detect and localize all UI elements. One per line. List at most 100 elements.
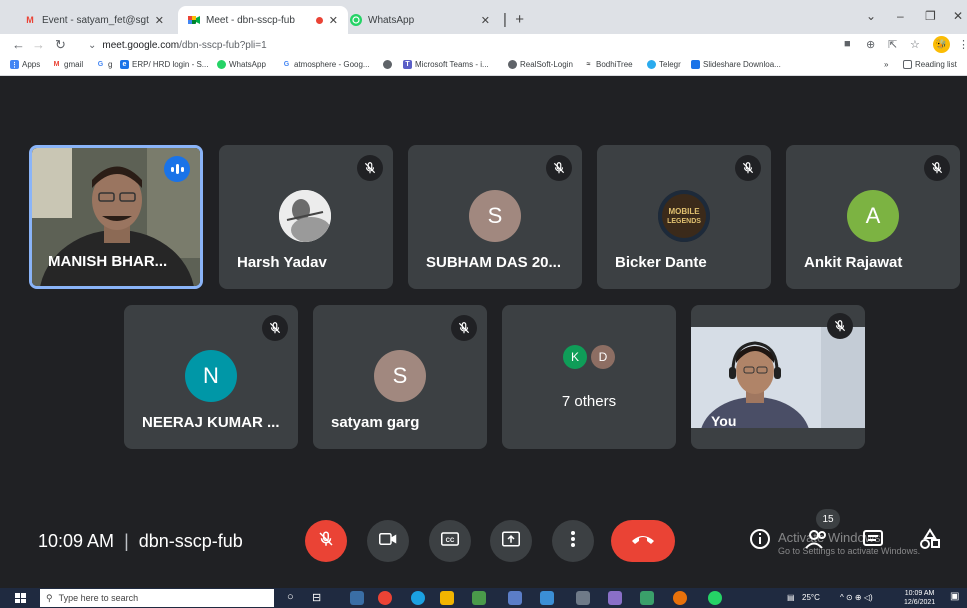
chrome-icon[interactable]	[378, 591, 392, 605]
bookmark-whatsapp[interactable]: WhatsApp	[217, 60, 266, 69]
captions-button[interactable]: CC	[429, 520, 471, 562]
task-view-icon[interactable]: ⊟	[312, 591, 321, 604]
participant-tile[interactable]: MANISH BHAR...	[29, 145, 203, 289]
whatsapp-icon	[350, 14, 362, 26]
camera-toggle-button[interactable]	[367, 520, 409, 562]
participant-tile[interactable]: N NEERAJ KUMAR ...	[124, 305, 298, 449]
activities-button[interactable]	[916, 527, 944, 555]
chat-button[interactable]	[859, 527, 887, 555]
mic-toggle-button[interactable]	[305, 520, 347, 562]
firefox-icon[interactable]	[673, 591, 687, 605]
bookmark-globe[interactable]	[383, 60, 395, 69]
gmail-icon: M	[26, 15, 34, 25]
activate-windows-watermark: Activate Windows Go to Settings to activ…	[778, 530, 920, 556]
end-call-button[interactable]	[611, 520, 675, 562]
participant-avatar: A	[847, 190, 899, 242]
close-icon[interactable]: ✕	[481, 14, 490, 27]
cortana-icon[interactable]: ○	[287, 591, 294, 603]
browser-tab-bar: M Event - satyam_fet@sgtuniversity ✕ Mee…	[0, 0, 967, 34]
clock-date: 12/6/2021	[904, 599, 936, 606]
globe-icon	[508, 60, 517, 69]
notifications-icon[interactable]: ▣	[950, 591, 959, 602]
taskbar-search-input[interactable]: ⚲ Type here to search	[40, 589, 274, 607]
pinned-app-icon[interactable]	[508, 591, 522, 605]
participant-avatar: S	[469, 190, 521, 242]
others-avatars: K D	[563, 345, 615, 369]
taskbar-clock[interactable]: 10:09 AM 12/6/2021	[904, 589, 935, 607]
pinned-app-icon[interactable]	[608, 591, 622, 605]
pinned-app-icon[interactable]	[472, 591, 486, 605]
participant-avatar: S	[374, 350, 426, 402]
participant-tile[interactable]: S satyam garg	[313, 305, 487, 449]
close-icon[interactable]: ✕	[329, 14, 338, 27]
site-info-icon[interactable]: ⌄	[88, 40, 96, 51]
more-options-button[interactable]	[552, 520, 594, 562]
whatsapp-icon[interactable]	[708, 591, 722, 605]
meeting-info-button[interactable]	[746, 527, 774, 555]
bookmarks-overflow[interactable]: »	[884, 60, 888, 69]
reading-list-icon	[903, 60, 912, 69]
others-tile[interactable]: K D 7 others	[502, 305, 676, 449]
clock-time: 10:09 AM	[904, 590, 935, 597]
svg-text:LEGENDS: LEGENDS	[667, 218, 701, 225]
people-button[interactable]	[803, 527, 831, 555]
bookmark-realsoft[interactable]: RealSoft-Login	[508, 60, 573, 69]
camera-in-use-icon[interactable]: ■	[844, 38, 851, 50]
reload-icon[interactable]: ↻	[55, 37, 66, 53]
present-button[interactable]	[490, 520, 532, 562]
share-icon[interactable]: ⇱	[888, 38, 897, 51]
menu-icon[interactable]: ⋮	[958, 38, 967, 51]
tab-whatsapp[interactable]: WhatsApp ✕	[340, 6, 500, 34]
mic-off-icon	[827, 313, 853, 339]
pinned-app-icon[interactable]	[576, 591, 590, 605]
windows-start-icon[interactable]	[15, 593, 26, 603]
pinned-app-icon[interactable]	[540, 591, 554, 605]
bookmark-slideshare[interactable]: Slideshare Downloa...	[691, 60, 781, 69]
back-icon[interactable]: ←	[12, 37, 25, 52]
zoom-icon[interactable]: ⊕	[866, 38, 875, 51]
tab-gmail-event[interactable]: M Event - satyam_fet@sgtuniversity ✕	[14, 6, 174, 34]
reading-list-button[interactable]: Reading list	[903, 60, 957, 69]
url-input[interactable]: ⌄ meet.google.com/dbn-sscp-fub?pli=1	[82, 36, 832, 54]
participant-tile[interactable]: A Ankit Rajawat	[786, 145, 960, 289]
bookmark-telegram[interactable]: Telegr	[647, 60, 681, 69]
bookmark-bodhitree[interactable]: ≈ BodhiTree	[584, 60, 633, 69]
forward-icon[interactable]: →	[32, 37, 45, 52]
bookmark-gmail[interactable]: Mgmail	[52, 60, 83, 69]
window-close-icon[interactable]: ✕	[953, 9, 963, 23]
tab-search-icon[interactable]: ⌄	[866, 9, 876, 23]
search-icon: ⚲	[46, 592, 53, 603]
participant-tile[interactable]: S SUBHAM DAS 20...	[408, 145, 582, 289]
svg-text:CC: CC	[446, 538, 455, 544]
search-placeholder: Type here to search	[58, 593, 139, 603]
bookmark-teams[interactable]: T Microsoft Teams - i...	[403, 60, 489, 69]
file-explorer-icon[interactable]	[440, 591, 454, 605]
participant-tile[interactable]: MOBILE LEGENDS Bicker Dante	[597, 145, 771, 289]
participant-avatar: K	[563, 345, 587, 369]
self-tile[interactable]: You	[691, 305, 865, 449]
maximize-icon[interactable]: ❐	[925, 9, 936, 23]
bookmark-erp[interactable]: e ERP/ HRD login - S...	[120, 60, 208, 69]
whatsapp-icon	[217, 60, 226, 69]
mic-off-icon	[451, 315, 477, 341]
system-tray-icons[interactable]: ^ ⊙ ⊕ ◁)	[840, 593, 873, 602]
participant-name: Harsh Yadav	[237, 254, 327, 271]
edge-icon[interactable]	[411, 591, 425, 605]
speaking-indicator-icon	[164, 156, 190, 182]
close-icon[interactable]: ✕	[155, 14, 164, 27]
star-icon[interactable]: ☆	[910, 38, 920, 51]
pinned-app-icon[interactable]	[350, 591, 364, 605]
minimize-icon[interactable]: –	[897, 9, 904, 23]
participant-tile[interactable]: Harsh Yadav	[219, 145, 393, 289]
bookmark-atmosphere[interactable]: Gatmosphere - Goog...	[282, 60, 370, 69]
bookmark-icon	[691, 60, 700, 69]
tab-meet[interactable]: Meet - dbn-sscp-fub ✕	[178, 6, 348, 34]
bodhitree-icon: ≈	[584, 60, 593, 69]
participant-name: You	[711, 413, 737, 429]
extension-icon[interactable]: 🐝	[933, 36, 950, 53]
bookmark-g[interactable]: Gg	[96, 60, 112, 69]
new-tab-icon[interactable]: | +	[503, 11, 524, 28]
pinned-app-icon[interactable]	[640, 591, 654, 605]
weather-icon[interactable]: ▤	[787, 593, 795, 602]
bookmark-apps[interactable]: ⋮ Apps	[10, 60, 40, 69]
